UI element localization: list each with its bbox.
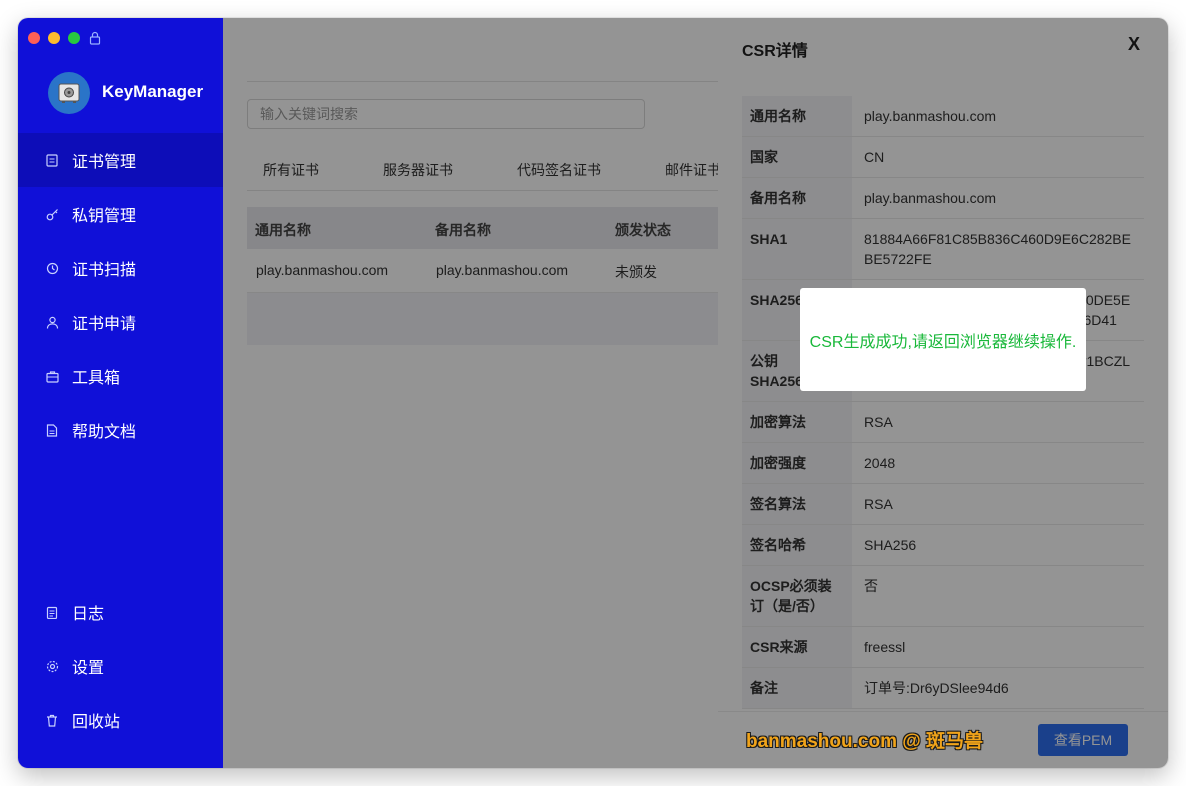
- zoom-window-button[interactable]: [68, 32, 80, 44]
- app-window: KeyManager 证书管理 私钥管理 证书扫描 证书申请 工具箱 帮助文档 …: [18, 18, 1168, 768]
- document-icon: [45, 423, 59, 437]
- scan-icon: [45, 261, 59, 275]
- success-toast: CSR生成成功,请返回浏览器继续操作.: [800, 288, 1086, 391]
- safe-icon: [58, 83, 80, 103]
- watermark-text: banmashou.com @ 斑马兽: [746, 731, 984, 752]
- nav-label: 回收站: [72, 714, 121, 731]
- log-icon: [45, 605, 59, 619]
- close-window-button[interactable]: [28, 32, 40, 44]
- user-icon: [45, 315, 59, 329]
- certificate-icon: [45, 153, 59, 167]
- lock-icon: [89, 31, 101, 45]
- sidebar: KeyManager 证书管理 私钥管理 证书扫描 证书申请 工具箱 帮助文档 …: [18, 18, 223, 768]
- app-name: KeyManager: [102, 82, 204, 101]
- nav-label: 证书管理: [72, 154, 137, 171]
- nav-log[interactable]: 日志: [18, 585, 223, 639]
- drawer-overlay: [718, 18, 1168, 768]
- gear-icon: [45, 659, 59, 673]
- nav-label: 工具箱: [72, 370, 121, 387]
- nav-certificate-scan[interactable]: 证书扫描: [18, 241, 223, 295]
- nav-label: 证书扫描: [72, 262, 137, 279]
- key-icon: [45, 207, 59, 221]
- toast-message: CSR生成成功,请返回浏览器继续操作.: [809, 333, 1077, 351]
- nav-label: 私钥管理: [72, 208, 137, 225]
- nav-certificate-apply[interactable]: 证书申请: [18, 295, 223, 349]
- app-logo: [48, 72, 90, 114]
- nav-recycle-bin[interactable]: 回收站: [18, 693, 223, 747]
- toolbox-icon: [45, 369, 59, 383]
- nav-help-docs[interactable]: 帮助文档: [18, 403, 223, 457]
- minimize-window-button[interactable]: [48, 32, 60, 44]
- nav-toolbox[interactable]: 工具箱: [18, 349, 223, 403]
- nav-label: 帮助文档: [72, 424, 137, 441]
- nav-settings[interactable]: 设置: [18, 639, 223, 693]
- nav-certificate-management[interactable]: 证书管理: [18, 133, 223, 187]
- nav-label: 日志: [72, 606, 105, 623]
- nav-label: 设置: [72, 660, 105, 677]
- nav-label: 证书申请: [72, 316, 137, 333]
- trash-icon: [45, 713, 59, 727]
- nav-private-key-management[interactable]: 私钥管理: [18, 187, 223, 241]
